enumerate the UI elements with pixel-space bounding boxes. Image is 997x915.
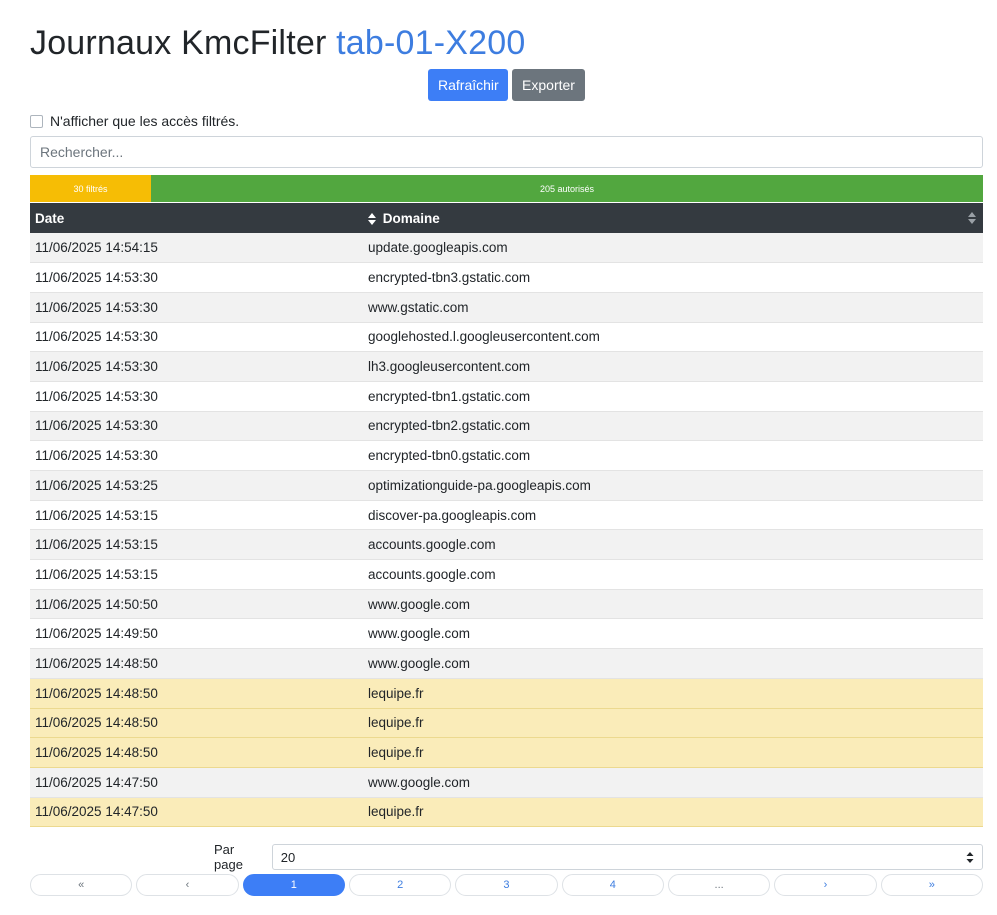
row-domain: encrypted-tbn3.gstatic.com <box>368 270 531 286</box>
filtered-count-segment: 30 filtrés <box>30 175 151 202</box>
row-domain: www.google.com <box>368 774 471 790</box>
column-header-date[interactable]: Date <box>30 203 363 233</box>
page-button[interactable]: » <box>880 874 983 896</box>
page-button[interactable]: 3 <box>455 874 558 896</box>
row-domain: discover-pa.googleapis.com <box>368 507 537 523</box>
row-date: 11/06/2025 14:48:50 <box>35 655 158 671</box>
row-domain: www.google.com <box>368 626 471 642</box>
page-button[interactable]: 2 <box>348 874 452 896</box>
row-date: 11/06/2025 14:53:30 <box>35 418 158 434</box>
table-row: 11/06/2025 14:53:25 optimizationguide-pa.… <box>30 470 983 501</box>
table-row: 11/06/2025 14:48:50 www.google.com <box>30 648 983 679</box>
row-domain: encrypted-tbn1.gstatic.com <box>368 388 531 404</box>
row-date: 11/06/2025 14:50:50 <box>35 596 158 612</box>
row-domain: update.googleapis.com <box>368 240 508 256</box>
row-date: 11/06/2025 14:53:15 <box>35 507 158 523</box>
row-date: 11/06/2025 14:53:30 <box>35 299 158 315</box>
action-buttons: Rafraîchir Exporter <box>428 69 585 101</box>
page-button[interactable]: › <box>774 874 877 896</box>
select-arrows-icon <box>966 851 974 863</box>
per-page-select[interactable]: 20 <box>271 844 983 870</box>
row-domain: encrypted-tbn0.gstatic.com <box>368 448 531 464</box>
table-row: 11/06/2025 14:53:15 discover-pa.googleapi… <box>30 500 983 530</box>
table-body: 11/06/2025 14:54:15 update.googleapis.com… <box>30 233 983 827</box>
per-page-label: Par page <box>214 842 243 872</box>
table-row: 11/06/2025 14:53:30 encrypted-tbn0.gstati… <box>30 440 983 471</box>
row-domain: optimizationguide-pa.googleapis.com <box>368 477 591 493</box>
column-header-domain-label: Domaine <box>382 210 440 226</box>
table-row: 11/06/2025 14:53:15 accounts.google.com <box>30 529 983 560</box>
row-date: 11/06/2025 14:53:30 <box>35 329 158 345</box>
table-row: 11/06/2025 14:53:30 encrypted-tbn2.gstati… <box>30 411 983 441</box>
page-button[interactable]: ‹ <box>136 874 239 896</box>
table-row: 11/06/2025 14:49:50 www.google.com <box>30 618 983 649</box>
page-button[interactable]: 4 <box>561 874 664 896</box>
page-button[interactable]: « <box>30 874 133 896</box>
search-input[interactable] <box>30 136 983 168</box>
table-row: 11/06/2025 14:53:15 accounts.google.com <box>30 559 983 590</box>
only-filtered-toggle[interactable]: N'afficher que les accès filtrés. <box>30 113 239 129</box>
row-domain: googlehosted.l.googleusercontent.com <box>368 329 600 345</box>
row-date: 11/06/2025 14:53:15 <box>35 537 158 553</box>
row-domain: accounts.google.com <box>368 537 496 553</box>
row-date: 11/06/2025 14:53:25 <box>35 477 158 493</box>
page-title-text: Journaux KmcFilter <box>30 24 327 62</box>
row-domain: www.google.com <box>368 655 471 671</box>
row-domain: encrypted-tbn2.gstatic.com <box>368 418 531 434</box>
table-row: 11/06/2025 14:53:30 encrypted-tbn3.gstati… <box>30 262 983 293</box>
pagination: «‹ 1 2 3 4... ›» <box>30 874 983 896</box>
row-date: 11/06/2025 14:49:50 <box>35 626 158 642</box>
per-page-value: 20 <box>280 849 296 865</box>
only-filtered-checkbox[interactable] <box>30 114 43 128</box>
row-domain: lequipe.fr <box>368 685 424 701</box>
table-row-blocked: 11/06/2025 14:48:50 lequipe.fr <box>30 708 983 738</box>
table-row: 11/06/2025 14:53:30 encrypted-tbn1.gstati… <box>30 381 983 412</box>
refresh-button[interactable]: Rafraîchir <box>428 69 508 101</box>
table-row-blocked: 11/06/2025 14:47:50 lequipe.fr <box>30 797 983 827</box>
row-date: 11/06/2025 14:47:50 <box>35 774 158 790</box>
row-domain: www.gstatic.com <box>368 299 469 315</box>
page-title: Journaux KmcFilter tab-01-X200 <box>30 24 525 63</box>
sort-both-icon <box>368 212 376 225</box>
table-row-blocked: 11/06/2025 14:48:50 lequipe.fr <box>30 678 983 708</box>
row-domain: lequipe.fr <box>368 745 424 761</box>
export-button[interactable]: Exporter <box>512 69 585 101</box>
table-row: 11/06/2025 14:53:30 www.gstatic.com <box>30 292 983 323</box>
row-date: 11/06/2025 14:54:15 <box>35 240 158 256</box>
table-row: 11/06/2025 14:53:30 lh3.googleusercontent… <box>30 351 983 382</box>
row-date: 11/06/2025 14:53:30 <box>35 388 158 404</box>
page-button-current[interactable]: 1 <box>242 874 345 896</box>
row-domain: lequipe.fr <box>368 715 424 731</box>
row-date: 11/06/2025 14:53:30 <box>35 270 158 286</box>
row-domain: www.google.com <box>368 596 471 612</box>
row-date: 11/06/2025 14:48:50 <box>35 685 158 701</box>
row-date: 11/06/2025 14:48:50 <box>35 715 158 731</box>
stats-bar: 30 filtrés 205 autorisés <box>30 175 983 202</box>
sort-both-icon <box>968 212 976 224</box>
row-domain: lh3.googleusercontent.com <box>368 359 531 375</box>
row-date: 11/06/2025 14:53:15 <box>35 566 158 582</box>
row-domain: lequipe.fr <box>368 804 424 820</box>
table-row: 11/06/2025 14:53:30 googlehosted.l.google… <box>30 322 983 352</box>
row-date: 11/06/2025 14:53:30 <box>35 359 158 375</box>
table-row: 11/06/2025 14:47:50 www.google.com <box>30 767 983 798</box>
table-header-row: Date Domaine <box>30 203 983 233</box>
column-header-domain[interactable]: Domaine <box>363 203 983 233</box>
logs-table: Date Domaine 11/06/2025 14:54:15 update.g… <box>30 203 983 827</box>
table-row-blocked: 11/06/2025 14:48:50 lequipe.fr <box>30 737 983 768</box>
per-page-control: Par page 20 <box>214 842 983 872</box>
device-name: tab-01-X200 <box>336 24 526 62</box>
page-button[interactable]: ... <box>667 874 771 896</box>
table-row: 11/06/2025 14:50:50 www.google.com <box>30 589 983 619</box>
only-filtered-label: N'afficher que les accès filtrés. <box>50 113 240 129</box>
column-header-date-label: Date <box>35 210 65 226</box>
row-date: 11/06/2025 14:47:50 <box>35 804 158 820</box>
allowed-count-segment: 205 autorisés <box>151 175 983 202</box>
table-row: 11/06/2025 14:54:15 update.googleapis.com <box>30 233 983 263</box>
row-date: 11/06/2025 14:53:30 <box>35 448 158 464</box>
row-domain: accounts.google.com <box>368 566 496 582</box>
row-date: 11/06/2025 14:48:50 <box>35 745 158 761</box>
